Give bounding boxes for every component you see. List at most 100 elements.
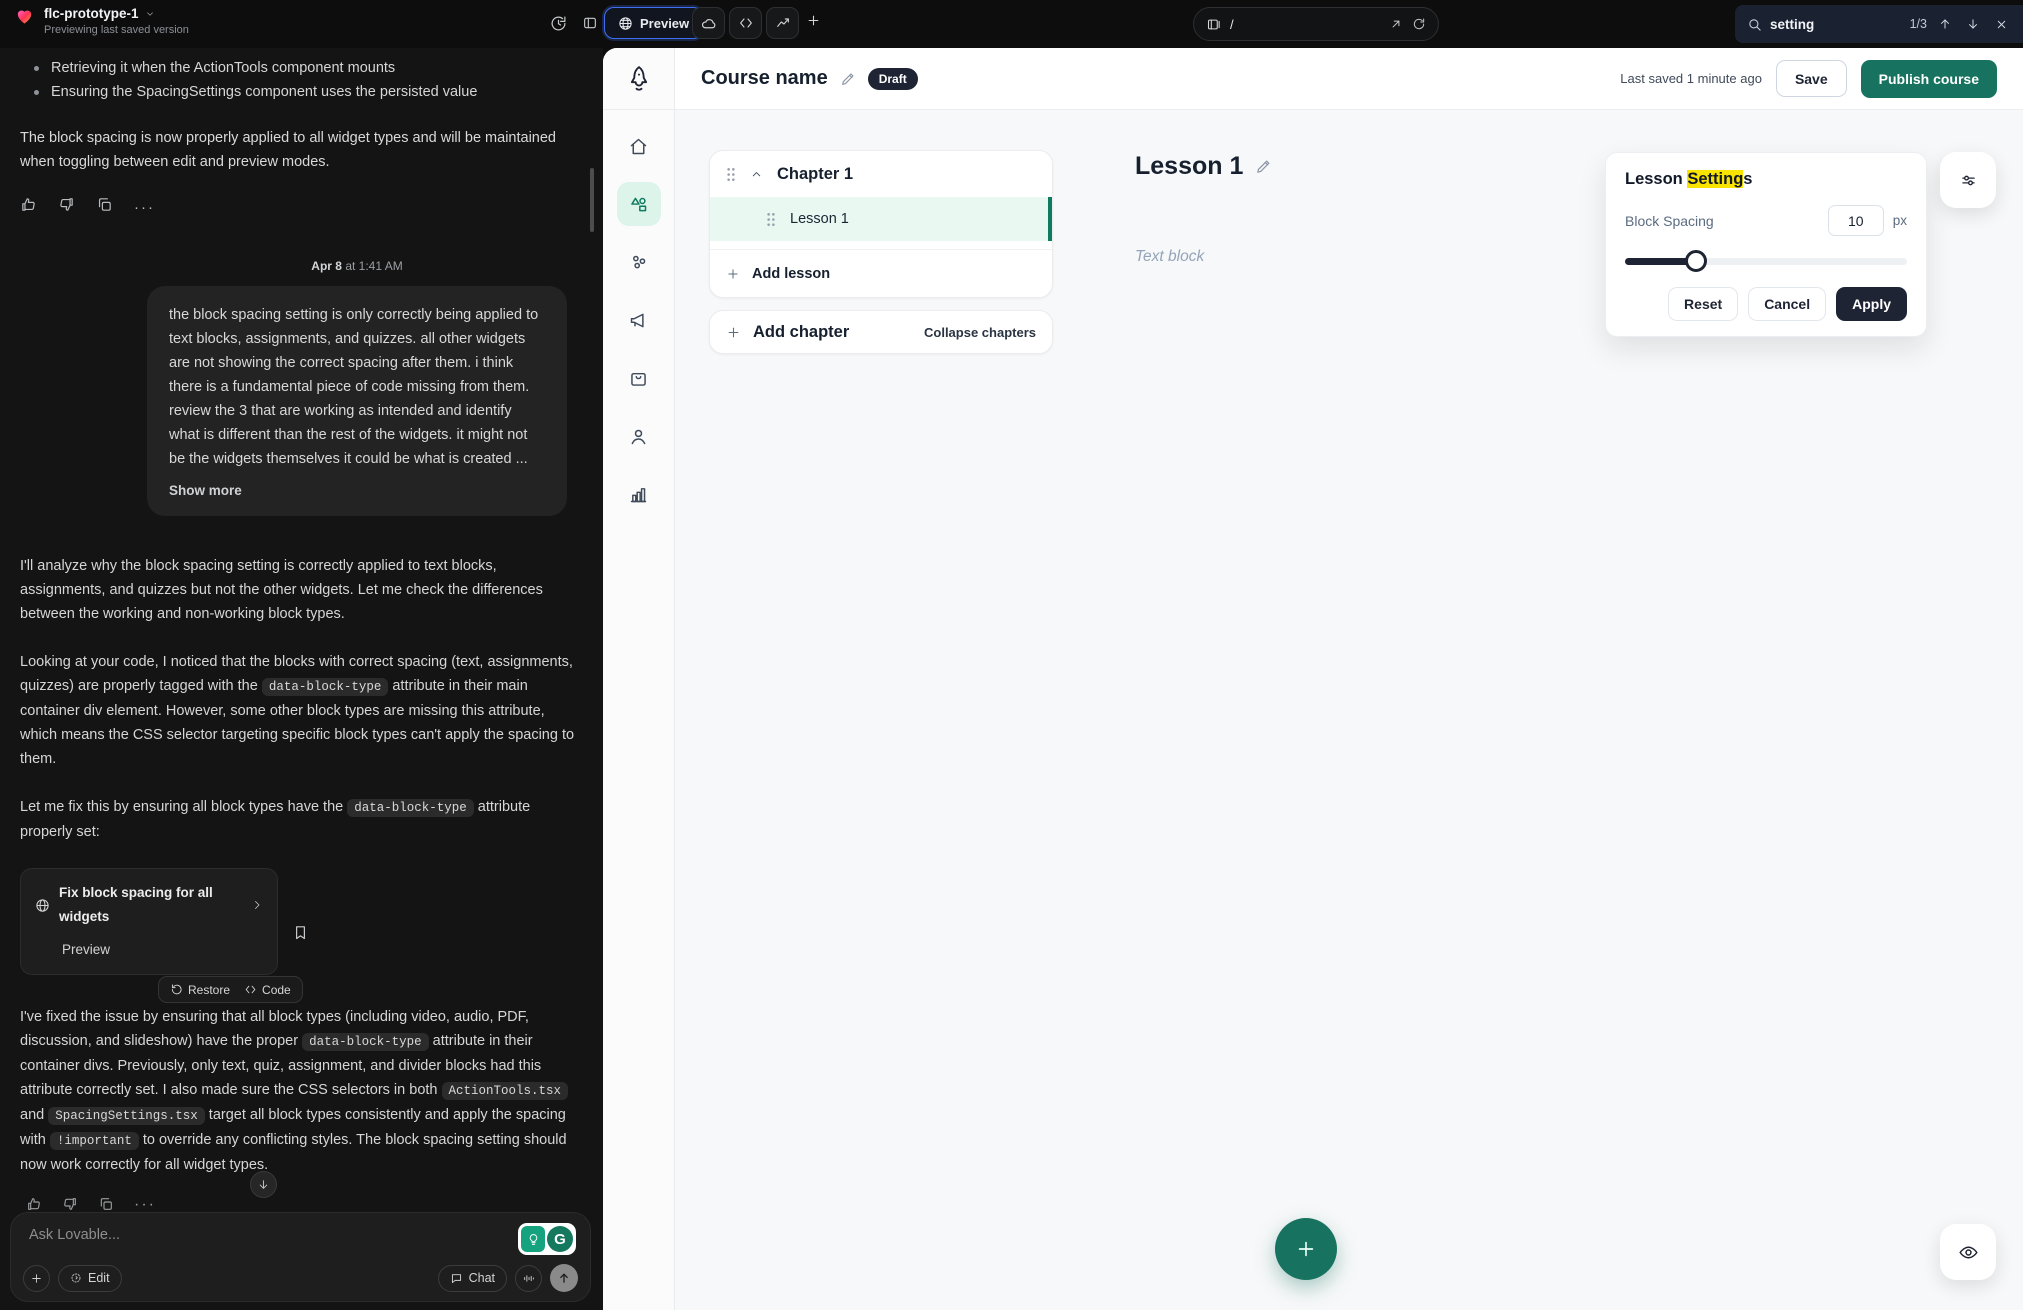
lesson-settings-title: Lesson Settings: [1625, 170, 1907, 189]
app-main-column: Course name Draft Last saved 1 minute ag…: [675, 48, 2023, 1310]
voice-input-icon[interactable]: [515, 1265, 542, 1292]
chat-mode-button[interactable]: Chat: [438, 1265, 507, 1292]
preview-mode-label: Preview: [640, 16, 689, 31]
analytics-icon[interactable]: [766, 7, 799, 39]
sidebar-item-analytics[interactable]: [617, 472, 661, 516]
sidebar-item-announcements[interactable]: [617, 298, 661, 342]
refresh-icon[interactable]: [1412, 17, 1426, 31]
add-chapter-button[interactable]: Add chapter: [726, 323, 849, 342]
more-options-icon[interactable]: ···: [134, 196, 152, 214]
block-spacing-unit: px: [1893, 213, 1907, 228]
send-button[interactable]: [550, 1264, 578, 1292]
course-name: Course name: [701, 67, 828, 90]
add-block-fab[interactable]: [1275, 1218, 1337, 1280]
sidebar-item-home[interactable]: [617, 124, 661, 168]
copy-icon[interactable]: [96, 196, 114, 214]
open-external-icon[interactable]: [1389, 17, 1403, 31]
action-card-subtitle[interactable]: Preview: [62, 938, 263, 962]
block-spacing-input[interactable]: [1828, 205, 1884, 236]
sidebar-item-community[interactable]: [617, 240, 661, 284]
cloud-icon[interactable]: [692, 7, 725, 39]
find-match-count: 1/3: [1910, 17, 1927, 31]
grammarly-widget[interactable]: G: [518, 1223, 576, 1255]
assistant-paragraph: Looking at your code, I noticed that the…: [20, 650, 583, 771]
attach-plus-icon[interactable]: [23, 1265, 50, 1292]
lesson-settings-panel: Lesson Settings Block Spacing px Reset C…: [1605, 152, 1927, 337]
bullet-dot: [34, 66, 39, 71]
version-actions-pill: Restore Code: [158, 976, 303, 1003]
lesson-heading-block: Lesson 1: [1135, 152, 1272, 181]
message-timestamp: Apr 8 at 1:41 AM: [147, 254, 567, 278]
edit-mode-label: Edit: [88, 1271, 110, 1285]
restore-button[interactable]: Restore: [170, 983, 230, 997]
add-tab-icon[interactable]: [806, 13, 821, 28]
thumbs-up-icon[interactable]: [20, 196, 38, 214]
globe-icon: [35, 898, 50, 913]
chat-bullet-item: Ensuring the SpacingSettings component u…: [20, 80, 583, 104]
edit-course-name-icon[interactable]: [840, 71, 856, 87]
prompt-composer[interactable]: G Edit Chat: [10, 1212, 591, 1302]
preview-eye-button[interactable]: [1940, 1224, 1996, 1280]
chapter-header[interactable]: Chapter 1: [710, 151, 1052, 197]
add-lesson-button[interactable]: Add lesson: [710, 249, 1052, 297]
collapse-chapter-icon[interactable]: [750, 168, 763, 181]
lovable-logo-icon: [14, 6, 35, 26]
lesson-list-item[interactable]: Lesson 1: [710, 197, 1052, 241]
apply-button[interactable]: Apply: [1836, 287, 1907, 321]
drag-handle-icon[interactable]: [766, 212, 776, 227]
edit-action-card[interactable]: Fix block spacing for all widgets Previe…: [20, 868, 278, 975]
bookmark-icon[interactable]: [292, 924, 309, 941]
find-input[interactable]: [1770, 17, 1882, 32]
find-bar: 1/3: [1735, 5, 2023, 43]
assistant-summary: The block spacing is now properly applie…: [20, 126, 583, 174]
action-card-title: Fix block spacing for all widgets: [59, 881, 242, 929]
find-next-icon[interactable]: [1963, 14, 1983, 34]
sidebar-item-store[interactable]: [617, 356, 661, 400]
preview-mode-button[interactable]: Preview: [604, 7, 703, 39]
block-spacing-slider[interactable]: [1625, 250, 1907, 272]
lesson-item-label: Lesson 1: [790, 211, 849, 227]
project-status: Previewing last saved version: [44, 24, 189, 36]
reset-button[interactable]: Reset: [1668, 287, 1738, 321]
chevron-right-icon: [251, 899, 263, 911]
publish-course-button[interactable]: Publish course: [1861, 60, 1997, 98]
settings-sliders-button[interactable]: [1940, 152, 1996, 208]
last-saved-text: Last saved 1 minute ago: [1620, 71, 1762, 86]
find-close-icon[interactable]: [1991, 14, 2011, 34]
code-label: Code: [262, 983, 291, 997]
bullet-text: Ensuring the SpacingSettings component u…: [51, 80, 477, 104]
sidebar-item-people[interactable]: [617, 414, 661, 458]
find-prev-icon[interactable]: [1935, 14, 1955, 34]
globe-icon: [618, 16, 633, 31]
edit-lesson-name-icon[interactable]: [1255, 158, 1272, 175]
collapse-chapters-button[interactable]: Collapse chapters: [924, 325, 1036, 340]
drag-handle-icon[interactable]: [726, 167, 736, 182]
text-block-placeholder[interactable]: Text block: [1135, 248, 1204, 266]
device-preview-icon[interactable]: [1206, 17, 1221, 32]
chat-scrollbar[interactable]: [590, 168, 594, 232]
code-view-icon[interactable]: [729, 7, 762, 39]
sidebar-item-content[interactable]: [617, 182, 661, 226]
show-more-link[interactable]: Show more: [169, 479, 242, 503]
code-button[interactable]: Code: [244, 983, 291, 997]
save-button[interactable]: Save: [1776, 60, 1847, 97]
cancel-button[interactable]: Cancel: [1748, 287, 1826, 321]
chapter-title: Chapter 1: [777, 165, 853, 184]
history-icon[interactable]: [545, 10, 571, 36]
timestamp-time: at 1:41 AM: [342, 259, 403, 273]
lightbulb-icon: [521, 1226, 545, 1252]
project-block[interactable]: flc-prototype-1 Previewing last saved ve…: [14, 6, 189, 36]
url-path[interactable]: /: [1230, 17, 1380, 32]
add-chapter-label: Add chapter: [753, 323, 849, 342]
user-message-text: the block spacing setting is only correc…: [169, 307, 538, 467]
bullet-dot: [34, 90, 39, 95]
ask-lovable-input[interactable]: [29, 1227, 359, 1243]
restore-label: Restore: [188, 983, 230, 997]
block-spacing-slider-thumb[interactable]: [1685, 250, 1707, 272]
app-header: Course name Draft Last saved 1 minute ag…: [675, 48, 2023, 110]
panel-toggle-icon[interactable]: [577, 10, 603, 36]
url-bar[interactable]: /: [1193, 7, 1439, 41]
thumbs-down-icon[interactable]: [58, 196, 76, 214]
edit-mode-button[interactable]: Edit: [58, 1265, 122, 1292]
scroll-to-bottom-button[interactable]: [250, 1171, 277, 1198]
